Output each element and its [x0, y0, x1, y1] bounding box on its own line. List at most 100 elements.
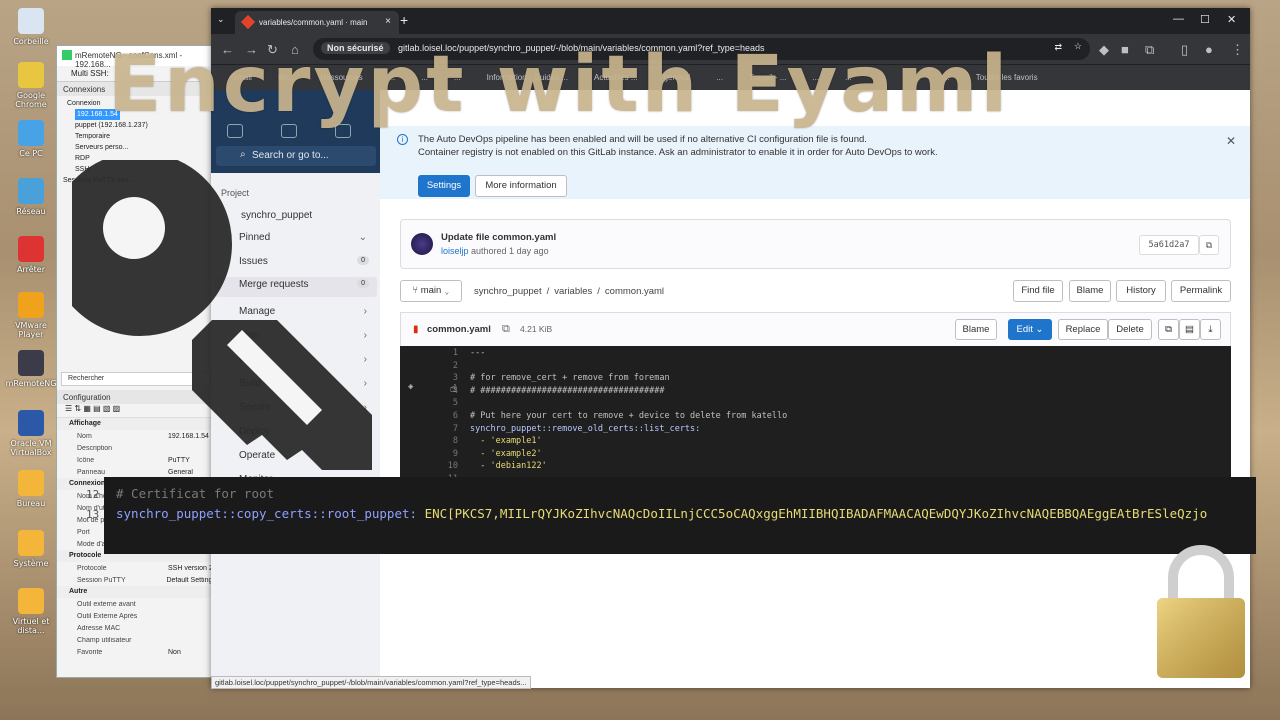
download-icon[interactable]: ⤓: [1200, 319, 1221, 340]
desktop-app-icon: [18, 588, 44, 614]
gitlab-favicon-icon: [240, 14, 256, 30]
line-number[interactable]: 1: [430, 348, 458, 358]
line-number[interactable]: 5: [430, 398, 458, 408]
menu-kebab-icon[interactable]: ⋮: [1231, 42, 1244, 58]
desktop-icon-label: Google Chrome: [15, 91, 47, 109]
extensions-puzzle-icon[interactable]: ⧉: [1145, 42, 1154, 58]
config-row[interactable]: Outil externe avant: [57, 598, 215, 610]
find-file-button[interactable]: Find file: [1013, 280, 1063, 302]
delete-button[interactable]: Delete: [1108, 319, 1152, 340]
avatar[interactable]: [411, 233, 433, 255]
extension-icon[interactable]: ◆: [1099, 42, 1109, 58]
copy-sha-icon[interactable]: ⧉: [1199, 235, 1219, 255]
permalink-button[interactable]: Permalink: [1171, 280, 1231, 302]
code-viewer[interactable]: ◈ ☝ 1 --- 2 3 # for remove_cert + remove fro…: [400, 346, 1231, 486]
config-value: SSH version 2: [168, 564, 213, 572]
blame-button[interactable]: Blame: [1069, 280, 1111, 302]
line-text: # for remove_cert + remove from foreman: [470, 373, 670, 384]
line-text: - 'example1': [470, 436, 542, 447]
browser-tab[interactable]: variables/common.yaml · main ×: [235, 11, 399, 34]
line-text: - 'debian122': [470, 461, 547, 472]
history-button[interactable]: History: [1116, 280, 1166, 302]
branch-selector[interactable]: ⑂ main ⌄: [400, 280, 462, 302]
file-icon: ▮: [413, 324, 419, 335]
tab-close-icon[interactable]: ×: [385, 16, 391, 27]
minimize-icon[interactable]: —: [1173, 13, 1184, 25]
status-url: gitlab.loisel.loc/puppet/synchro_puppet/…: [211, 676, 531, 689]
config-row[interactable]: Champ utilisateur: [57, 634, 215, 646]
banner-line1: The Auto DevOps pipeline has been enable…: [418, 134, 867, 145]
new-tab-icon[interactable]: +: [400, 12, 408, 28]
desktop-icon-label: Arrêter: [16, 265, 45, 274]
sidepanel-icon[interactable]: ▯: [1181, 42, 1188, 58]
close-window-icon[interactable]: ✕: [1227, 13, 1236, 26]
line-number[interactable]: 4: [430, 386, 458, 396]
translate-icon[interactable]: ⇄: [1054, 42, 1062, 53]
desktop-icon[interactable]: Virtuel et dista...: [2, 588, 60, 635]
info-icon: i: [397, 134, 408, 145]
replace-button[interactable]: Replace: [1058, 319, 1108, 340]
tree-item[interactable]: Serveurs perso...: [63, 142, 215, 153]
open-raw-icon[interactable]: ▤: [1179, 319, 1200, 340]
desktop-icon[interactable]: Système: [2, 530, 60, 568]
config-row[interactable]: Favorite Non: [57, 646, 215, 658]
copy-path-icon[interactable]: ⧉: [502, 323, 510, 336]
code-line: 1 ---: [400, 348, 1231, 361]
desktop-icon[interactable]: VMware Player: [2, 292, 60, 339]
more-information-button[interactable]: More information: [475, 175, 567, 197]
main-content: i The Auto DevOps pipeline has been enab…: [380, 90, 1250, 688]
crumb-folder[interactable]: variables: [554, 286, 592, 297]
search-icon: ⌕: [240, 149, 246, 160]
line-number[interactable]: 8: [430, 436, 458, 446]
desktop-icon[interactable]: Ce PC: [2, 120, 60, 158]
config-category[interactable]: Autre: [57, 586, 215, 598]
encrypted-cert-snippet: 12 13 # Certificat for root synchro_pupp…: [86, 477, 1256, 554]
code-line: 4 # ####################################: [400, 386, 1231, 399]
banner-line2: Container registry is not enabled on thi…: [418, 147, 938, 158]
tab-title: variables/common.yaml · main: [259, 18, 368, 27]
crumb-project[interactable]: synchro_puppet: [474, 286, 542, 297]
desktop-app-icon: [18, 62, 44, 88]
banner-close-icon[interactable]: ✕: [1226, 134, 1236, 148]
line-text: # Put here your cert to remove + device …: [470, 411, 788, 421]
settings-button[interactable]: Settings: [418, 175, 470, 197]
line-number[interactable]: 9: [430, 449, 458, 459]
blob-blame-button[interactable]: Blame: [955, 319, 997, 340]
breadcrumb: synchro_puppet / variables / common.yaml: [474, 286, 665, 297]
edit-label: Edit: [1016, 324, 1033, 335]
commit-title[interactable]: Update file common.yaml: [441, 232, 556, 243]
line-number[interactable]: 10: [430, 461, 458, 471]
commit-author[interactable]: loiseljp: [441, 246, 469, 256]
line-number[interactable]: 2: [430, 361, 458, 371]
desktop-icon[interactable]: Google Chrome: [2, 62, 60, 109]
tree-item[interactable]: Temporaire: [63, 131, 215, 142]
overlay-title: Encrypt with Eyaml: [108, 40, 1011, 130]
copy-contents-icon[interactable]: ⧉: [1158, 319, 1179, 340]
config-row[interactable]: Protocole SSH version 2: [57, 562, 215, 574]
desktop-icon[interactable]: Arrêter: [2, 236, 60, 274]
config-row[interactable]: Adresse MAC: [57, 622, 215, 634]
chevron-down-icon: ⌄: [1035, 324, 1044, 335]
desktop-icon[interactable]: Réseau: [2, 178, 60, 216]
line-number[interactable]: 6: [430, 411, 458, 421]
desktop-icon[interactable]: Corbeille: [2, 8, 60, 46]
line-number[interactable]: 7: [430, 424, 458, 434]
extension2-icon[interactable]: ■: [1121, 42, 1129, 57]
crumb-file[interactable]: common.yaml: [605, 286, 664, 297]
tree-item-label: Temporaire: [75, 133, 111, 140]
desktop-icon[interactable]: Bureau: [2, 470, 60, 508]
desktop-icon[interactable]: Oracle VM VirtualBox: [2, 410, 60, 457]
code-line: 7 synchro_puppet::remove_old_certs::list_…: [400, 424, 1231, 437]
desktop-icon[interactable]: mRemoteNG: [2, 350, 60, 388]
tab-search-icon[interactable]: ⌄: [217, 14, 225, 25]
config-row[interactable]: Outil Externe Après: [57, 610, 215, 622]
config-key: Session PuTTY: [77, 576, 126, 584]
config-row[interactable]: Session PuTTY Default Settings: [57, 574, 215, 586]
edit-button[interactable]: Edit ⌄: [1008, 319, 1052, 340]
bookmark-star-icon[interactable]: ☆: [1074, 41, 1082, 52]
line-number[interactable]: 3: [430, 373, 458, 383]
desktop-icon-label: Virtuel et dista...: [12, 617, 50, 635]
profile-avatar[interactable]: ●: [1205, 42, 1213, 57]
commit-sha[interactable]: 5a61d2a7: [1139, 235, 1199, 255]
maximize-icon[interactable]: ☐: [1200, 13, 1210, 26]
